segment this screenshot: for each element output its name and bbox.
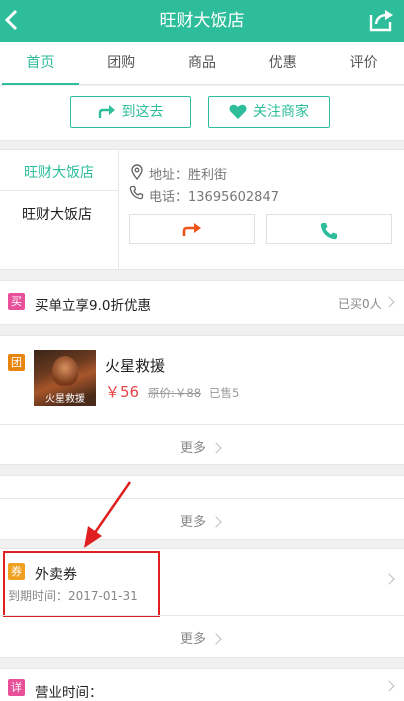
store-branch[interactable]: 旺财大饭店 (0, 204, 114, 224)
more-label: 更多 (180, 441, 207, 456)
app-header: 旺财大饭店 (0, 0, 404, 42)
chevron-right-icon (210, 516, 222, 528)
navigate-button[interactable] (129, 214, 255, 244)
tab-products[interactable]: 商品 (162, 42, 243, 85)
heart-icon (229, 104, 247, 119)
group-more-link[interactable]: 更多 (180, 437, 222, 456)
tab-reviews[interactable]: 评价 (323, 42, 404, 85)
promo-badge: 买 (8, 293, 25, 310)
tab-home[interactable]: 首页 (0, 42, 81, 85)
deal-name[interactable]: 火星救援 (105, 355, 165, 376)
page-title: 旺财大饭店 (159, 11, 245, 31)
divider (0, 424, 404, 425)
divider (0, 498, 404, 499)
business-hours-title: 营业时间： (35, 685, 103, 701)
phone-icon (320, 223, 337, 240)
poster-title: 火星救援 (45, 394, 85, 405)
deal-original-price: 原价:￥88 (148, 386, 202, 400)
call-button[interactable] (266, 214, 392, 244)
chevron-right-icon (210, 633, 222, 645)
poster-figure (52, 356, 78, 386)
directions-button[interactable]: 到这去 (70, 96, 191, 128)
promo-bought-count: 已买0人 (338, 297, 382, 311)
coupon-more-link[interactable]: 更多 (180, 628, 222, 647)
phone-icon (129, 185, 144, 200)
follow-label: 关注商家 (253, 104, 309, 120)
store-address: 地址：胜利街 (149, 168, 228, 183)
action-bar (0, 86, 404, 140)
highlight-box (3, 551, 160, 617)
tab-group-buy[interactable]: 团购 (81, 42, 162, 85)
empty-section (0, 475, 404, 540)
deal-price: ￥56 (105, 383, 140, 401)
deal-poster-image[interactable]: 火星救援 (34, 350, 96, 406)
follow-store-button[interactable]: 关注商家 (208, 96, 330, 128)
arrow-turn-icon (182, 223, 201, 236)
divider (0, 615, 404, 616)
store-phone: 电话：13695602847 (149, 190, 279, 205)
store-branch-selected[interactable]: 旺财大饭店 (0, 162, 118, 182)
details-badge: 详 (8, 679, 25, 696)
deal-sold-count: 已售5 (209, 386, 240, 400)
more-label: 更多 (180, 515, 207, 530)
vertical-divider (118, 150, 119, 269)
directions-label: 到这去 (121, 104, 164, 120)
annotation-arrow-icon (84, 481, 132, 548)
section-gap (0, 141, 404, 149)
chevron-left-icon[interactable] (2, 7, 26, 33)
divider (0, 190, 118, 191)
chevron-right-icon (210, 442, 222, 454)
tab-offers[interactable]: 优惠 (242, 42, 323, 85)
tab-bar: 首页 团购 商品 优惠 评价 (0, 42, 404, 85)
promo-text: 买单立享9.0折优惠 (35, 298, 151, 314)
group-badge: 团 (8, 354, 25, 371)
directions-icon (98, 105, 115, 118)
share-icon[interactable] (368, 7, 394, 33)
location-pin-icon (130, 164, 144, 181)
empty-more-link[interactable]: 更多 (180, 511, 222, 530)
more-label: 更多 (180, 632, 207, 647)
